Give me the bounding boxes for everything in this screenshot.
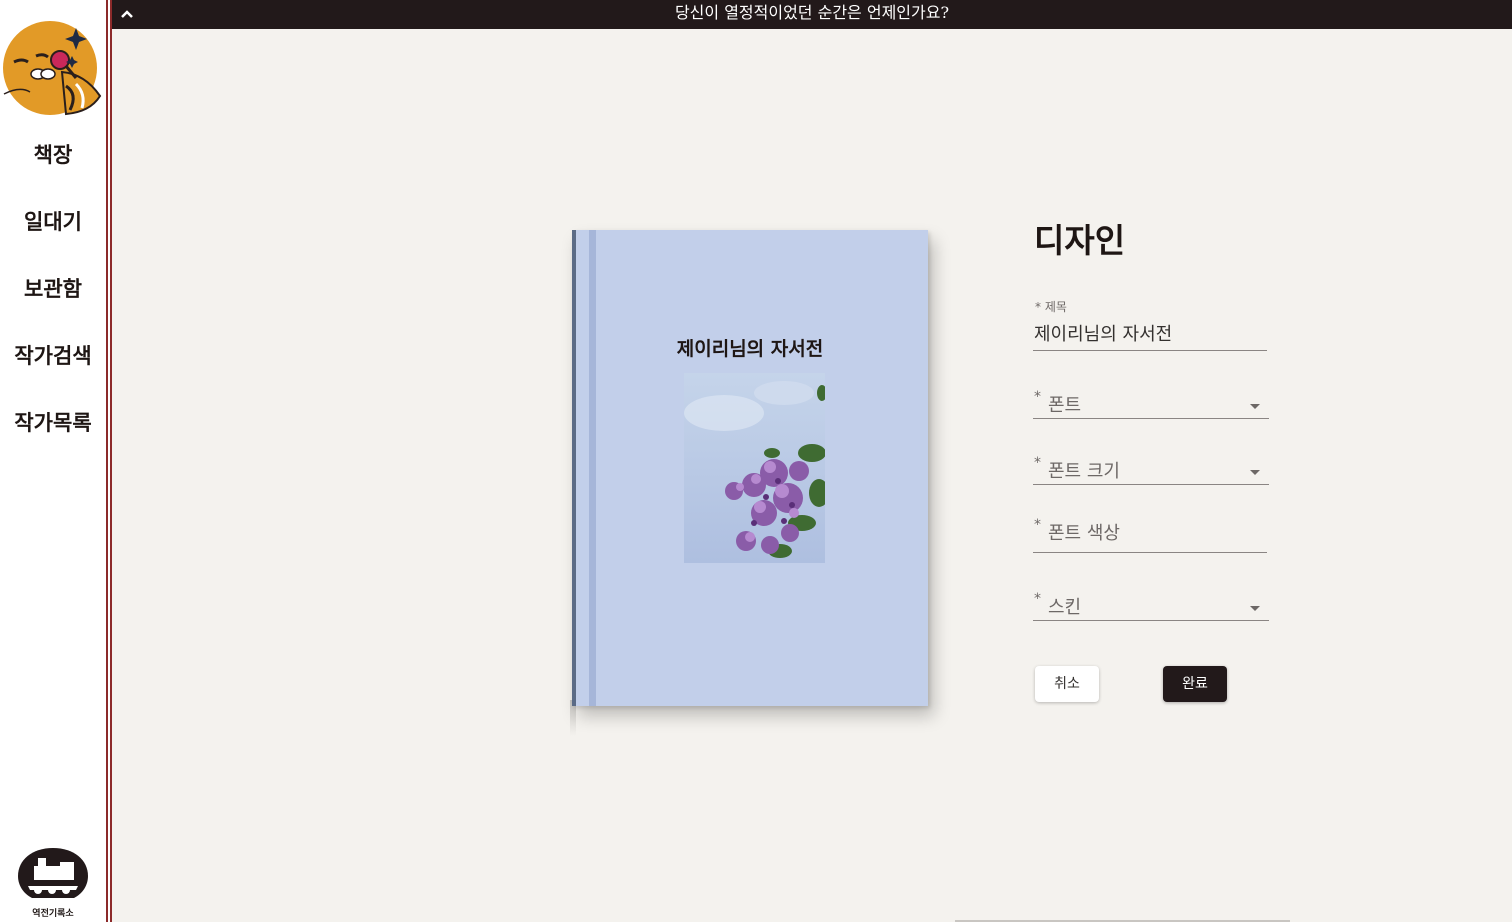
sidebar-item-author-list[interactable]: 작가목록 (0, 406, 106, 473)
font-size-select-placeholder: 폰트 크기 (1048, 461, 1120, 482)
design-heading: 디자인 (1034, 221, 1126, 260)
sidebar-item-bookshelf[interactable]: 책장 (0, 138, 106, 205)
skin-select[interactable]: * 스킨 (1033, 591, 1269, 621)
title-field-label: * 제목 (1035, 300, 1067, 314)
sidebar-nav: 책장 일대기 보관함 작가검색 작가목록 (0, 138, 106, 473)
chevron-down-icon[interactable] (1250, 404, 1260, 409)
font-color-field-required: * (1034, 517, 1041, 533)
book-title: 제이리님의 자서전 (676, 338, 824, 360)
book-spine (589, 230, 596, 706)
book-spine-edge (572, 230, 576, 706)
app-root: 책장 일대기 보관함 작가검색 작가목록 역전기록소 당신이 열정적이었던 순간… (0, 0, 1512, 922)
skin-select-required: * (1034, 591, 1041, 607)
font-color-field-underline (1033, 552, 1267, 553)
font-select-placeholder: 폰트 (1048, 395, 1082, 416)
sidebar-item-author-search[interactable]: 작가검색 (0, 339, 106, 406)
chevron-up-icon[interactable] (116, 3, 138, 25)
chevron-down-icon[interactable] (1250, 470, 1260, 475)
title-field-underline (1033, 350, 1267, 351)
mascot-icon[interactable] (0, 14, 104, 118)
question-banner: 당신이 열정적이었던 순간은 언제인가요? (112, 0, 1512, 29)
font-size-select[interactable]: * 폰트 크기 (1033, 455, 1269, 485)
sidebar-item-storage[interactable]: 보관함 (0, 272, 106, 339)
train-logo-icon (18, 848, 88, 898)
brand-label: 역전기록소 (32, 909, 74, 919)
chevron-down-icon[interactable] (1250, 606, 1260, 611)
font-select-required: * (1034, 389, 1041, 405)
skin-select-underline (1033, 620, 1269, 621)
font-select[interactable]: * 폰트 (1033, 389, 1269, 419)
title-field[interactable]: * 제목 제이리님의 자서전 (1033, 298, 1269, 351)
sidebar-divider (106, 0, 112, 922)
font-color-field[interactable]: * 폰트 색상 (1033, 517, 1267, 553)
sidebar: 책장 일대기 보관함 작가검색 작가목록 역전기록소 (0, 0, 106, 922)
skin-select-placeholder: 스킨 (1048, 597, 1082, 618)
title-field-value[interactable]: 제이리님의 자서전 (1034, 320, 1172, 346)
font-select-underline (1033, 418, 1269, 419)
lilac-flowers-photo (684, 373, 825, 563)
font-size-select-required: * (1034, 455, 1041, 471)
font-color-field-placeholder: 폰트 색상 (1048, 523, 1120, 544)
font-size-select-underline (1033, 484, 1269, 485)
cancel-button[interactable]: 취소 (1035, 666, 1099, 702)
book-preview: 제이리님의 자서전 (572, 230, 928, 706)
brand-logo[interactable]: 역전기록소 (16, 846, 90, 919)
done-button[interactable]: 완료 (1163, 666, 1227, 702)
sidebar-item-biography[interactable]: 일대기 (0, 205, 106, 272)
banner-question: 당신이 열정적이었던 순간은 언제인가요? (674, 3, 950, 22)
